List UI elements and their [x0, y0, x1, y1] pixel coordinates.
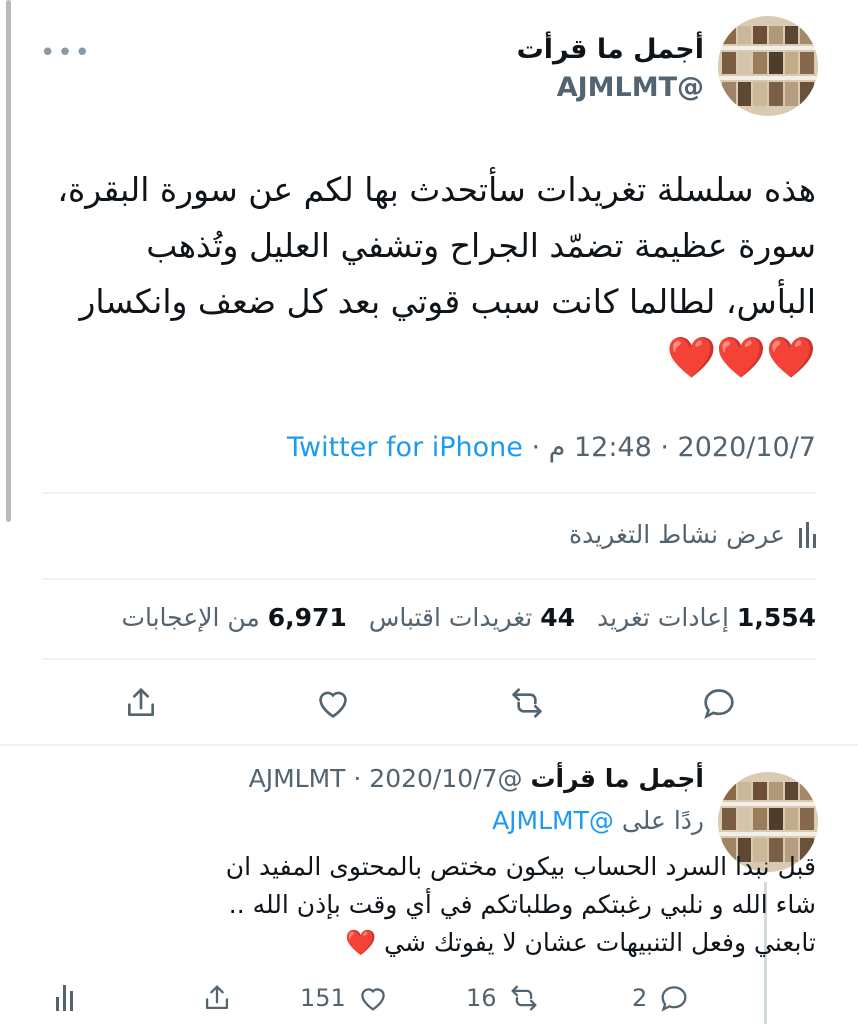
reply-text-line-content: تابعني وفعل التنبيهات عشان لا يفوتك شي [384, 928, 816, 957]
reply-retweet-button[interactable]: 16 [466, 980, 541, 1016]
author-handle[interactable]: @AJMLMT [557, 72, 704, 103]
avatar[interactable] [718, 16, 818, 116]
tweet-date: 2020/10/7 [677, 432, 816, 463]
reply-count: 2 [632, 984, 648, 1012]
tweet-activity-link[interactable]: عرض نشاط التغريدة [569, 520, 816, 549]
likes-label: من الإعجابات [121, 603, 260, 632]
tweet-actions [0, 680, 858, 726]
reply-text: قبل نبدا السرد الحساب بيكون مختص بالمحتو… [36, 848, 816, 962]
reply-text-line: شاء الله و نلبي رغبتكم وطلباتكم في أي وق… [228, 890, 816, 919]
retweets-stat[interactable]: 1,554 إعادات تغريد [597, 603, 816, 632]
tweet-text-line: البأس، لطالما كانت سبب قوتي بعد كل ضعف و… [79, 282, 816, 321]
reply-header: أجمل ما قرأت @AJMLMT · 2020/10/7 [249, 764, 704, 793]
reply-button[interactable] [696, 680, 742, 726]
quotes-stat[interactable]: 44 تغريدات اقتباس [369, 603, 575, 632]
scrollbar[interactable] [6, 0, 11, 522]
retweet-icon [512, 688, 542, 718]
tweet-time: 12:48 م [548, 432, 652, 463]
reply-icon [661, 986, 687, 1012]
divider [42, 658, 816, 660]
replying-to: ردًا على @AJMLMT [492, 806, 704, 835]
like-icon [361, 988, 385, 1011]
retweet-icon [511, 985, 537, 1011]
divider [42, 578, 816, 580]
retweets-count: 1,554 [736, 603, 816, 632]
reply-analytics-button[interactable] [56, 980, 73, 1016]
quotes-label: تغريدات اقتباس [368, 603, 533, 632]
reply-text-line: قبل نبدا السرد الحساب بيكون مختص بالمحتو… [225, 852, 816, 881]
reply-actions: 2 16 151 [0, 980, 858, 1016]
analytics-icon [56, 985, 73, 1011]
quotes-count: 44 [540, 603, 576, 632]
reply-author-name[interactable]: أجمل ما قرأت [530, 764, 704, 793]
share-icon [205, 985, 229, 1010]
heart-emoji: ❤️ [345, 928, 377, 957]
analytics-icon [799, 521, 816, 548]
retweet-count: 16 [466, 984, 497, 1012]
tweet-stats: 1,554 إعادات تغريد 44 تغريدات اقتباس 6,9… [121, 603, 816, 632]
share-icon [128, 688, 154, 716]
separator-dot: · [353, 764, 370, 793]
reply-like-button[interactable]: 151 [300, 980, 390, 1016]
like-button[interactable] [310, 680, 356, 726]
like-icon [319, 691, 347, 718]
divider [42, 492, 816, 494]
retweets-label: إعادات تغريد [597, 603, 729, 632]
tweet-text-line: هذه سلسلة تغريدات سأتحدث بها لكم عن سورة… [57, 170, 816, 209]
replying-to-label: ردًا على [621, 806, 704, 835]
separator-dot: · [522, 432, 541, 463]
author-name[interactable]: أجمل ما قرأت [517, 34, 704, 65]
likes-count: 6,971 [267, 603, 347, 632]
tweet-text: هذه سلسلة تغريدات سأتحدث بها لكم عن سورة… [36, 162, 816, 386]
more-options-icon[interactable]: ••• [40, 38, 92, 68]
tweet-text-line: سورة عظيمة تضمّد الجراح وتشفي العليل وتُ… [146, 226, 816, 265]
reply-date[interactable]: 2020/10/7 [369, 764, 497, 793]
hearts-emoji: ❤️❤️❤️ [666, 335, 816, 381]
replying-to-handle[interactable]: @AJMLMT [492, 806, 614, 835]
tweet-source[interactable]: Twitter for iPhone [287, 432, 523, 463]
reply-reply-button[interactable]: 2 [632, 980, 691, 1016]
likes-stat[interactable]: 6,971 من الإعجابات [121, 603, 346, 632]
like-count: 151 [300, 984, 346, 1012]
reply-text-line: تابعني وفعل التنبيهات عشان لا يفوتك شي ❤… [36, 924, 816, 962]
tweet-meta: 2020/10/7 · 12:48 م · Twitter for iPhone [287, 432, 816, 463]
separator-dot: · [651, 432, 669, 463]
divider [0, 744, 858, 746]
activity-label: عرض نشاط التغريدة [569, 520, 785, 549]
reply-icon [704, 689, 734, 719]
retweet-button[interactable] [504, 680, 550, 726]
reply-share-button[interactable] [200, 980, 234, 1016]
share-button[interactable] [118, 680, 164, 726]
